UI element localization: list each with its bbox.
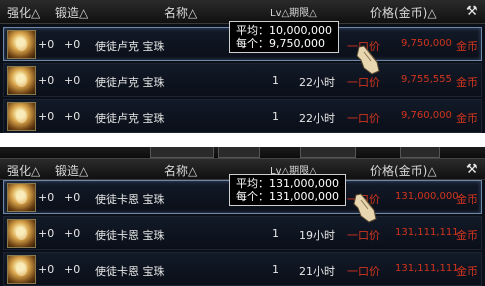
item-name: 使徒卡恩 宝珠 [95,265,165,278]
time-left: 22小时 [299,76,335,89]
auction-panel-bottom: 强化△ 锻造△ 名称△ Lv△期限△ 价格(金币)△ ⚒ +0 +0 使徒卡恩 … [0,147,485,286]
sort-qianghua[interactable]: 强化△ [7,4,40,21]
price-value: 131,111,111 [395,227,459,238]
price-value: 9,750,000 [401,38,452,49]
qianghua-value: +0 [38,38,55,51]
gold-unit: 金币 [456,112,478,125]
hand-cursor-icon [353,193,377,223]
item-name: 使徒卡恩 宝珠 [95,229,165,242]
sort-qianghua[interactable]: 强化△ [7,162,40,179]
gold-unit: 金币 [456,229,478,242]
price-value: 9,755,555 [401,74,452,85]
hand-cursor-icon [356,45,380,75]
sort-duanzao[interactable]: 锻造△ [55,4,88,21]
duanzao-value: +0 [64,263,81,276]
gold-unit: 金币 [456,265,478,278]
qianghua-value: +0 [38,74,55,87]
price-value: 9,760,000 [401,110,452,121]
gold-unit: 金币 [456,193,478,206]
gold-unit: 金币 [456,40,478,53]
sort-price[interactable]: 价格(金币)△ [370,4,437,21]
buyout-label: 一口价 [347,112,380,125]
auction-panel-top: 强化△ 锻造△ 名称△ Lv△期限△ 价格(金币)△ ⚒ +0 +0 使徒卢克 … [0,0,485,133]
listing-row[interactable]: +0 +0 使徒卡恩 宝珠 1 21小时 一口价 131,111,111 金币 [3,252,482,286]
duanzao-value: +0 [64,191,81,204]
item-name: 使徒卢克 宝珠 [95,40,165,53]
time-left: 19小时 [299,229,335,242]
qianghua-value: +0 [38,191,55,204]
orb-item-icon[interactable] [7,255,36,284]
tooltip-average: 平均：131,000,000 [236,177,339,190]
listing-row[interactable]: +0 +0 使徒卢克 宝珠 1 22小时 一口价 9,755,555 金币 [3,63,482,97]
time-left: 22小时 [299,112,335,125]
sort-name[interactable]: 名称△ [164,162,197,179]
orb-item-icon[interactable] [7,102,36,131]
sort-price[interactable]: 价格(金币)△ [370,162,437,179]
hammer-icon[interactable]: ⚒ [466,4,478,19]
price-value: 131,111,111 [395,263,459,274]
orb-item-icon[interactable] [7,66,36,95]
listing-row[interactable]: +0 +0 使徒卡恩 宝珠 1 19小时 一口价 131,111,111 金币 [3,216,482,250]
hammer-icon[interactable]: ⚒ [466,162,478,177]
item-name: 使徒卢克 宝珠 [95,76,165,89]
level-value: 1 [272,74,279,87]
sort-name[interactable]: 名称△ [164,4,197,21]
level-value: 1 [272,227,279,240]
item-name: 使徒卡恩 宝珠 [95,193,165,206]
buyout-label: 一口价 [347,76,380,89]
item-name: 使徒卢克 宝珠 [95,112,165,125]
tooltip-average: 平均：10,000,000 [236,24,332,37]
duanzao-value: +0 [64,74,81,87]
orb-item-icon[interactable] [7,183,36,212]
orb-item-icon[interactable] [7,30,36,59]
duanzao-value: +0 [64,110,81,123]
tooltip-each: 每个：9,750,000 [236,37,325,50]
duanzao-value: +0 [64,38,81,51]
buyout-label: 一口价 [347,265,380,278]
qianghua-value: +0 [38,110,55,123]
sort-duanzao[interactable]: 锻造△ [55,162,88,179]
level-value: 1 [272,110,279,123]
gold-unit: 金币 [456,76,478,89]
price-tooltip: 平均：131,000,000 每个：131,000,000 [229,174,346,206]
time-left: 21小时 [299,265,335,278]
listing-row[interactable]: +0 +0 使徒卢克 宝珠 1 22小时 一口价 9,760,000 金币 [3,99,482,133]
sort-lv-duration[interactable]: Lv△期限△ [270,4,317,19]
qianghua-value: +0 [38,263,55,276]
price-tooltip: 平均：10,000,000 每个：9,750,000 [229,21,339,53]
orb-item-icon[interactable] [7,219,36,248]
cropped-tab-strip [0,147,485,159]
tooltip-each: 每个：131,000,000 [236,190,339,203]
buyout-label: 一口价 [347,229,380,242]
qianghua-value: +0 [38,227,55,240]
duanzao-value: +0 [64,227,81,240]
price-value: 131,000,000 [395,191,459,202]
level-value: 1 [272,263,279,276]
